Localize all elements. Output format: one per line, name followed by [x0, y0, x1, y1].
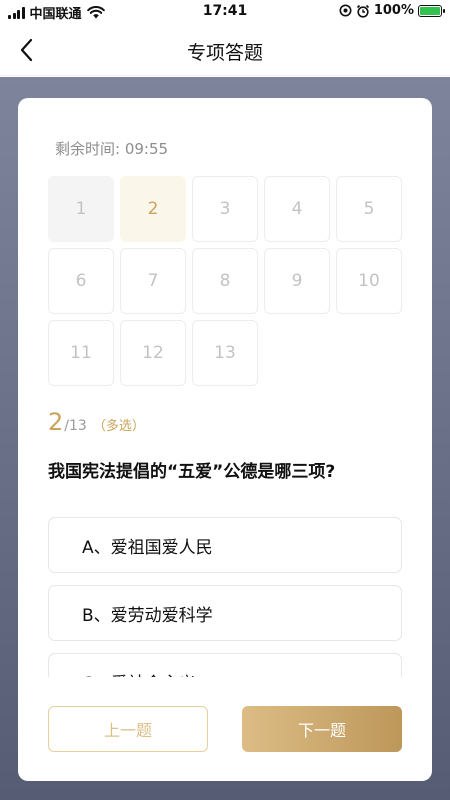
question-number-cell[interactable]: 5: [336, 176, 402, 242]
answer-option[interactable]: A、爱祖国爱人民: [48, 517, 402, 573]
location-lock-icon: [339, 4, 352, 17]
question-number-cell[interactable]: 1: [48, 176, 114, 242]
current-question-number: 2: [48, 408, 64, 436]
question-text: 我国宪法提倡的“五爱”公德是哪三项?: [48, 462, 336, 482]
nav-bar: 专项答题: [0, 24, 450, 76]
answer-option[interactable]: B、爱劳动爱科学: [48, 585, 402, 641]
question-number-cell[interactable]: 6: [48, 248, 114, 314]
question-number-cell[interactable]: 12: [120, 320, 186, 386]
battery-charging-icon: [418, 4, 445, 17]
battery-percent: 100%: [373, 3, 414, 18]
question-number-cell[interactable]: 13: [192, 320, 258, 386]
options-list: A、爱祖国爱人民 B、爱劳动爱科学 C、爱社会主义: [48, 517, 402, 677]
question-number-cell[interactable]: 4: [264, 176, 330, 242]
question-number-cell[interactable]: 7: [120, 248, 186, 314]
quiz-card: 剩余时间: 09:55 1 2 3 4 5 6 7 8 9 10 11 12 13 2 /13 （多选）…: [18, 98, 432, 781]
alarm-icon: [356, 4, 369, 18]
previous-question-button[interactable]: 上一题: [48, 706, 208, 752]
question-number-cell[interactable]: 11: [48, 320, 114, 386]
status-bar: 中国联通 17:41 100%: [0, 0, 450, 24]
battery-fill: [420, 6, 440, 15]
timer-label: 剩余时间: 09:55: [55, 140, 169, 158]
total-question-count: /13: [64, 418, 87, 434]
question-grid: 1 2 3 4 5 6 7 8 9 10 11 12 13: [48, 176, 402, 386]
answer-option[interactable]: C、爱社会主义: [48, 653, 402, 677]
question-number-cell[interactable]: 8: [192, 248, 258, 314]
question-number-cell[interactable]: 3: [192, 176, 258, 242]
question-type-badge: （多选）: [92, 419, 145, 434]
status-right: 100%: [339, 3, 445, 18]
question-number-cell[interactable]: 2: [120, 176, 186, 242]
question-number-cell[interactable]: 10: [336, 248, 402, 314]
question-progress: 2 /13 （多选）: [48, 408, 145, 436]
page-title: 专项答题: [186, 42, 263, 64]
next-question-button[interactable]: 下一题: [242, 706, 402, 752]
question-number-cell[interactable]: 9: [264, 248, 330, 314]
